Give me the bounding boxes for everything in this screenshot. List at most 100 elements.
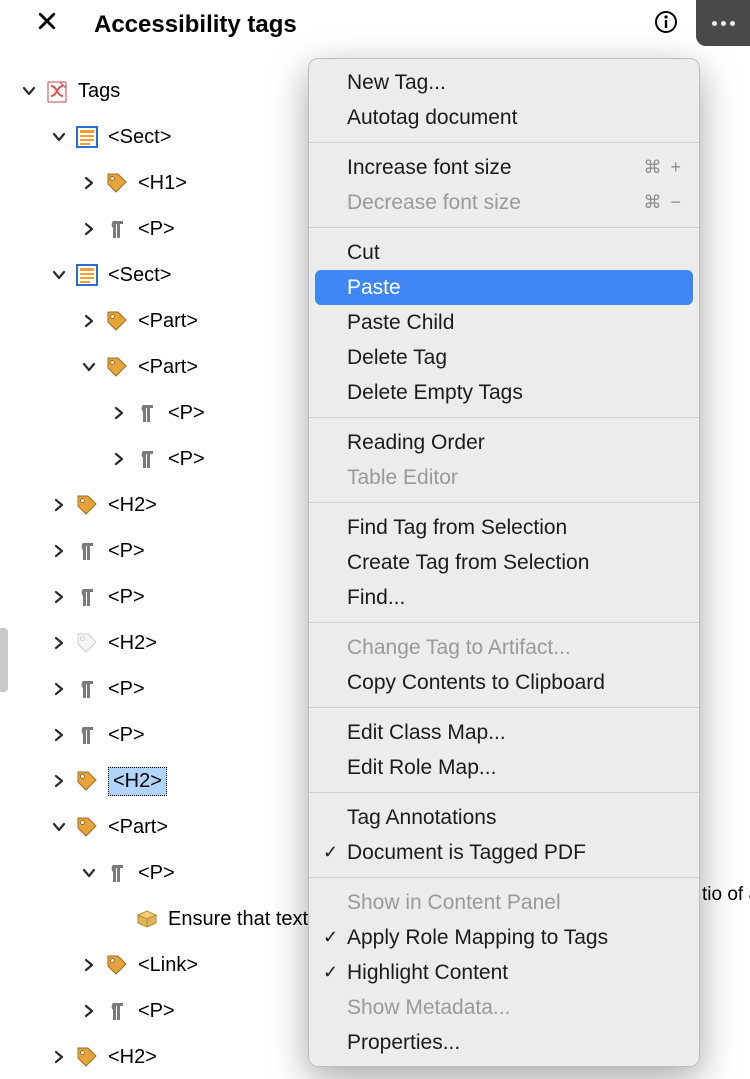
menu-item[interactable]: Delete Empty Tags	[309, 375, 699, 410]
tag-icon	[104, 170, 130, 196]
chevron-right-icon[interactable]	[50, 726, 68, 744]
tree-node-label[interactable]: <Sect>	[108, 126, 171, 149]
panel-title: Accessibility tags	[94, 11, 297, 39]
chevron-right-icon[interactable]	[50, 496, 68, 514]
menu-item-label: Paste	[347, 276, 401, 300]
chevron-right-icon[interactable]	[110, 450, 128, 468]
menu-separator	[309, 417, 699, 418]
menu-item-shortcut: ⌘ −	[643, 192, 683, 213]
menu-item[interactable]: Paste Child	[309, 305, 699, 340]
menu-item[interactable]: Reading Order	[309, 425, 699, 460]
chevron-right-icon[interactable]	[80, 956, 98, 974]
tree-node-label[interactable]: <Part>	[138, 356, 198, 379]
chevron-right-icon[interactable]	[80, 220, 98, 238]
menu-item-label: Table Editor	[347, 466, 458, 490]
menu-item[interactable]: Increase font size ⌘ +	[309, 150, 699, 185]
info-button[interactable]	[654, 10, 682, 38]
menu-item[interactable]: Edit Role Map...	[309, 750, 699, 785]
tree-node-label[interactable]: <Part>	[138, 310, 198, 333]
close-icon	[38, 12, 56, 30]
menu-item[interactable]: ✓Document is Tagged PDF	[309, 835, 699, 870]
more-options-button[interactable]	[696, 0, 750, 46]
tree-node-label[interactable]: <P>	[108, 678, 145, 701]
chevron-right-icon[interactable]	[80, 1002, 98, 1020]
scroll-thumb[interactable]	[0, 628, 8, 692]
menu-item[interactable]: New Tag...	[309, 65, 699, 100]
tag-icon	[104, 308, 130, 334]
tree-node-label[interactable]: <Sect>	[108, 264, 171, 287]
tags-root-icon	[44, 78, 70, 104]
tree-node-label[interactable]: <P>	[138, 862, 175, 885]
menu-item-label: Show in Content Panel	[347, 891, 561, 915]
menu-item[interactable]: Find...	[309, 580, 699, 615]
menu-item-label: Tag Annotations	[347, 806, 496, 830]
menu-item[interactable]: Find Tag from Selection	[309, 510, 699, 545]
menu-item[interactable]: ✓ Apply Role Mapping to Tags	[309, 920, 699, 955]
menu-item-label: Copy Contents to Clipboard	[347, 671, 605, 695]
chevron-right-icon[interactable]	[110, 404, 128, 422]
paragraph-icon	[74, 538, 100, 564]
menu-item-label: Edit Class Map...	[347, 721, 506, 745]
menu-item[interactable]: Properties...	[309, 1025, 699, 1060]
tree-node-label[interactable]: Tags	[78, 80, 120, 103]
chevron-right-icon[interactable]	[80, 174, 98, 192]
menu-item[interactable]: ✓Highlight Content	[309, 955, 699, 990]
tree-node-label[interactable]: <H1>	[138, 172, 187, 195]
tree-node-label[interactable]: <H2>	[108, 494, 157, 517]
info-icon	[654, 10, 678, 34]
tree-node-label[interactable]: <P>	[108, 540, 145, 563]
paragraph-icon	[134, 400, 160, 426]
menu-item-label: Properties...	[347, 1031, 460, 1055]
menu-item-label: Reading Order	[347, 431, 485, 455]
tag-icon	[74, 630, 100, 656]
menu-item-label: Autotag document	[347, 106, 517, 130]
check-icon: ✓	[323, 927, 338, 948]
tree-node-label[interactable]: <P>	[138, 1000, 175, 1023]
chevron-down-icon[interactable]	[80, 358, 98, 376]
tree-node-label[interactable]: <Link>	[138, 954, 198, 977]
chevron-down-icon[interactable]	[80, 864, 98, 882]
check-icon: ✓	[323, 842, 338, 863]
chevron-right-icon[interactable]	[80, 312, 98, 330]
chevron-right-icon[interactable]	[50, 634, 68, 652]
menu-item[interactable]: Delete Tag	[309, 340, 699, 375]
menu-item-label: Cut	[347, 241, 380, 265]
tree-node-label[interactable]: <P>	[168, 448, 205, 471]
truncated-overflow-text: tio of a	[702, 884, 750, 906]
chevron-right-icon[interactable]	[50, 680, 68, 698]
tree-node-label[interactable]: <H2>	[108, 632, 157, 655]
menu-item-label: Apply Role Mapping to Tags	[347, 926, 608, 950]
tree-node-label[interactable]: <P>	[108, 724, 145, 747]
paragraph-icon	[74, 676, 100, 702]
context-menu[interactable]: New Tag... Autotag document Increase font …	[308, 58, 700, 1067]
chevron-right-icon[interactable]	[50, 542, 68, 560]
menu-item[interactable]: Paste	[315, 270, 693, 305]
menu-item[interactable]: Cut	[309, 235, 699, 270]
menu-item[interactable]: Copy Contents to Clipboard	[309, 665, 699, 700]
tree-node-label[interactable]: <H2>	[108, 767, 167, 796]
menu-separator	[309, 877, 699, 878]
menu-item[interactable]: Create Tag from Selection	[309, 545, 699, 580]
tree-node-label[interactable]: <P>	[138, 218, 175, 241]
dot-icon	[712, 21, 717, 26]
chevron-right-icon[interactable]	[50, 1048, 68, 1066]
menu-item[interactable]: Tag Annotations	[309, 800, 699, 835]
tree-node-label[interactable]: <Part>	[108, 816, 168, 839]
menu-item: Decrease font size⌘ −	[309, 185, 699, 220]
chevron-down-icon[interactable]	[50, 128, 68, 146]
tree-node-label[interactable]: <P>	[108, 586, 145, 609]
chevron-down-icon[interactable]	[50, 266, 68, 284]
menu-item[interactable]: Autotag document	[309, 100, 699, 135]
chevron-down-icon[interactable]	[50, 818, 68, 836]
close-button[interactable]	[38, 12, 62, 36]
tag-icon	[74, 768, 100, 794]
tree-node-label[interactable]: <P>	[168, 402, 205, 425]
tag-icon	[74, 1044, 100, 1070]
chevron-down-icon[interactable]	[20, 82, 38, 100]
menu-item-shortcut: ⌘ +	[643, 157, 683, 178]
menu-item-label: Increase font size	[347, 156, 512, 180]
tree-node-label[interactable]: <H2>	[108, 1046, 157, 1069]
chevron-right-icon[interactable]	[50, 588, 68, 606]
chevron-right-icon[interactable]	[50, 772, 68, 790]
menu-item[interactable]: Edit Class Map...	[309, 715, 699, 750]
